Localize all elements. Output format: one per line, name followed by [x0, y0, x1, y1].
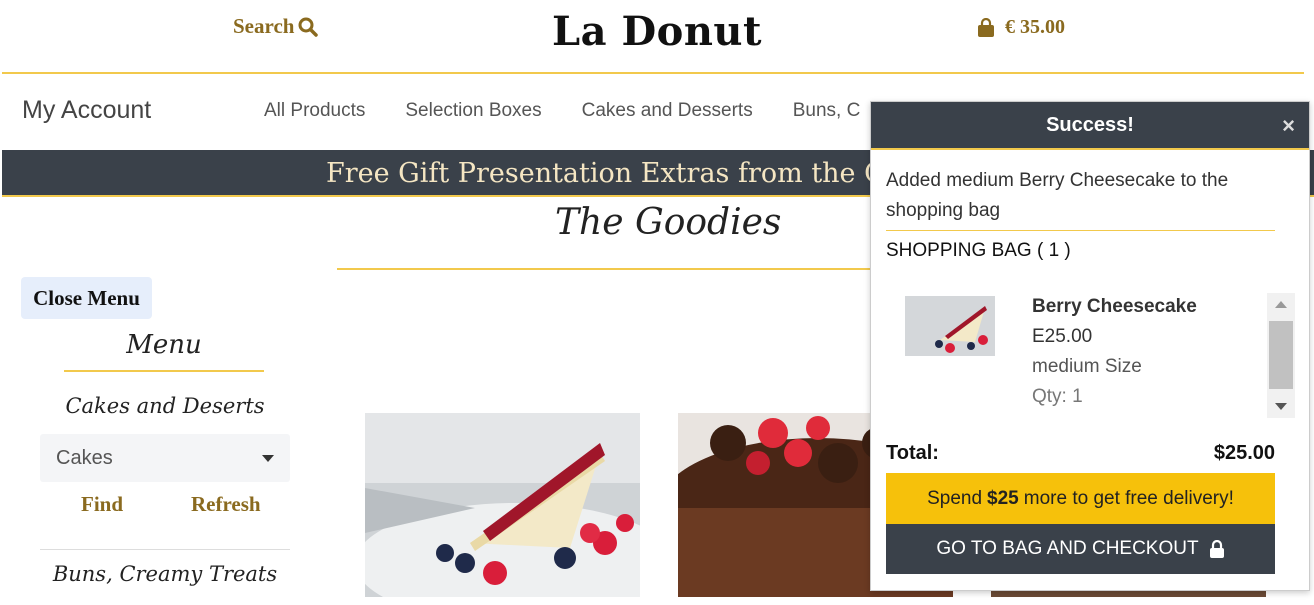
- spend-prefix: Spend: [927, 487, 983, 509]
- toast-divider: [886, 230, 1275, 231]
- shopping-bag-title: SHOPPING BAG ( 1 ): [886, 240, 1071, 261]
- title-underline: [337, 268, 877, 270]
- toast-message: Added medium Berry Cheesecake to the sho…: [886, 170, 1229, 221]
- chevron-down-icon: [262, 454, 274, 462]
- free-delivery-notice: Spend $25 more to get free delivery!: [886, 473, 1275, 524]
- lock-icon: [1209, 539, 1224, 558]
- close-icon[interactable]: ×: [1282, 113, 1295, 139]
- bag-item-size: medium Size: [1032, 356, 1142, 377]
- scroll-up-arrow[interactable]: [1275, 301, 1287, 308]
- scroll-thumb[interactable]: [1269, 321, 1293, 389]
- menu-underline: [64, 370, 264, 372]
- bag-item-price: E25.00: [1032, 326, 1093, 347]
- header-divider: [2, 72, 1304, 74]
- scroll-down-arrow[interactable]: [1275, 403, 1287, 410]
- bag-item-details: Berry Cheesecake E25.00 medium Size Qty:…: [1032, 292, 1197, 412]
- success-toast: Success! × Added medium Berry Cheesecake…: [870, 101, 1310, 591]
- nav-item-all-products[interactable]: All Products: [264, 100, 365, 122]
- brand-logo[interactable]: La Donut: [0, 8, 1314, 55]
- nav-item-cakes-desserts[interactable]: Cakes and Desserts: [582, 100, 753, 122]
- sidebar-divider: [40, 549, 290, 550]
- checkout-button[interactable]: GO TO BAG AND CHECKOUT: [886, 524, 1275, 574]
- cart-link[interactable]: € 35.00: [977, 16, 1065, 39]
- nav-item-selection-boxes[interactable]: Selection Boxes: [405, 100, 541, 122]
- toast-header: Success! ×: [871, 102, 1309, 150]
- spend-suffix: more to get free delivery!: [1023, 487, 1234, 509]
- category-heading-buns: Buns, Creamy Treats: [52, 562, 278, 586]
- shopping-bag-icon: [978, 17, 994, 37]
- bag-item-qty: Qty: 1: [1032, 386, 1083, 407]
- bag-item-image: [905, 296, 995, 356]
- nav-item-buns[interactable]: Buns, C: [793, 100, 861, 122]
- page-title: The Goodies: [555, 202, 782, 243]
- category-heading-cakes: Cakes and Deserts: [65, 394, 265, 418]
- total-label: Total:: [886, 442, 939, 464]
- refresh-button[interactable]: Refresh: [191, 492, 261, 517]
- spend-amount: $25: [987, 487, 1019, 509]
- cart-total: € 35.00: [1005, 16, 1065, 38]
- bag-scrollbar[interactable]: [1267, 293, 1295, 418]
- bag-total-row: Total: $25.00: [886, 442, 1275, 465]
- find-button[interactable]: Find: [81, 492, 123, 517]
- checkout-label: GO TO BAG AND CHECKOUT: [936, 538, 1199, 559]
- bag-item-name: Berry Cheesecake: [1032, 296, 1197, 317]
- category-select[interactable]: Cakes: [40, 434, 290, 482]
- promo-banner-text: Free Gift Presentation Extras from the C: [326, 158, 885, 189]
- category-select-value: Cakes: [56, 446, 113, 469]
- toast-title: Success!: [1046, 113, 1134, 136]
- close-menu-button[interactable]: Close Menu: [21, 277, 152, 319]
- menu-heading: Menu: [126, 330, 202, 360]
- total-value: $25.00: [1213, 442, 1275, 464]
- product-image-cheesecake[interactable]: [365, 413, 640, 597]
- my-account-link[interactable]: My Account: [22, 96, 151, 125]
- main-nav: All Products Selection Boxes Cakes and D…: [264, 100, 884, 122]
